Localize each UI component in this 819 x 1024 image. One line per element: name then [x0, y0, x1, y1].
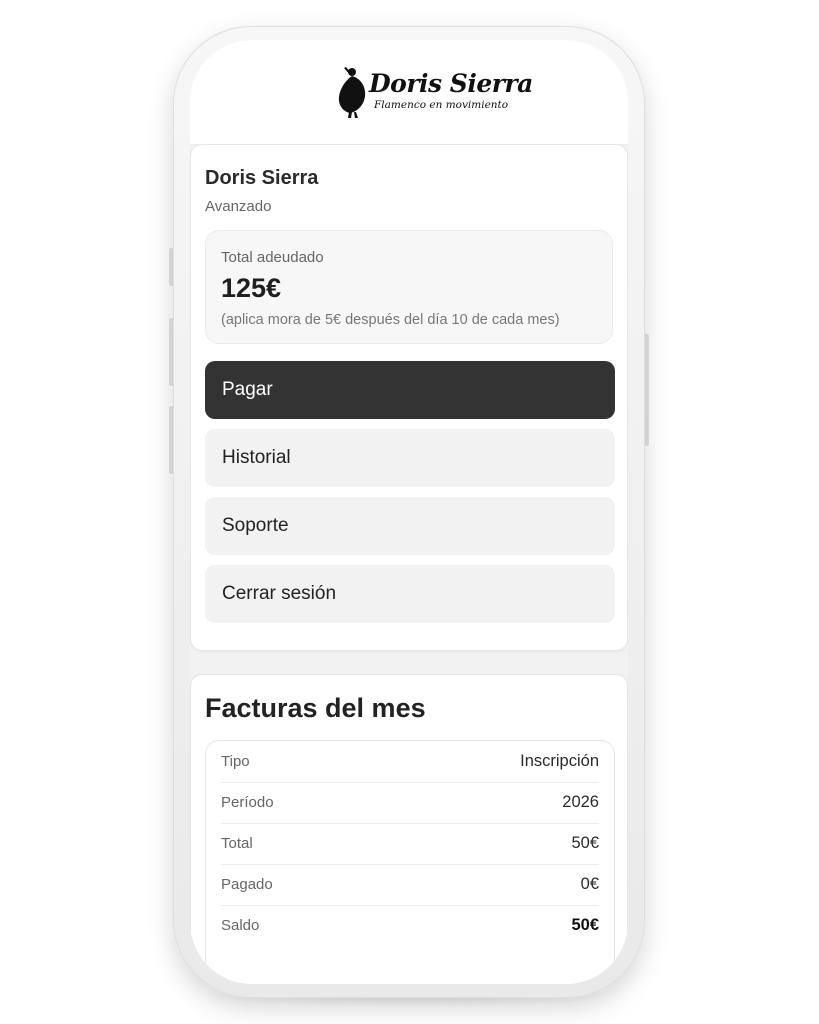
account-card: Doris Sierra Avanzado Total adeudado 125… [190, 144, 628, 651]
table-row: Tipo Inscripción [221, 741, 599, 783]
logout-button[interactable]: Cerrar sesión [205, 565, 615, 623]
invoices-title: Facturas del mes [205, 693, 426, 723]
invoice-table: Tipo Inscripción Período 2026 Total 50€ … [205, 740, 615, 984]
phone-screen: Doris Sierra Flamenco en movimiento Dori… [190, 40, 628, 984]
app-header: Doris Sierra Flamenco en movimiento [190, 40, 628, 145]
invoice-balance-label: Saldo [221, 917, 260, 934]
table-row: Pagado 0€ [221, 864, 599, 906]
pay-button[interactable]: Pagar [205, 361, 615, 419]
debt-amount: 125€ [221, 273, 282, 303]
student-name: Doris Sierra [205, 167, 319, 189]
invoice-total-value: 50€ [571, 834, 599, 852]
student-level: Avanzado [205, 198, 272, 215]
brand-logo[interactable]: Doris Sierra Flamenco en movimiento [336, 62, 533, 120]
debt-summary: Total adeudado 125€ (aplica mora de 5€ d… [205, 230, 613, 344]
invoice-paid-value: 0€ [580, 875, 599, 893]
support-button[interactable]: Soporte [205, 497, 615, 555]
invoice-total-label: Total [221, 835, 253, 852]
table-row: Período 2026 [221, 782, 599, 824]
table-row: Saldo 50€ [221, 905, 599, 946]
flamenco-dancer-icon [338, 67, 366, 118]
brand-name: Doris Sierra [369, 69, 533, 98]
invoice-period-value: 2026 [562, 793, 599, 811]
invoices-card: Facturas del mes Tipo Inscripción Períod… [190, 674, 628, 984]
brand-tagline: Flamenco en movimiento [374, 99, 509, 111]
table-row: Total 50€ [221, 823, 599, 865]
invoice-period-label: Período [221, 794, 274, 811]
invoice-paid-label: Pagado [221, 876, 273, 893]
invoice-balance-value: 50€ [571, 916, 599, 934]
late-fee-note: (aplica mora de 5€ después del día 10 de… [221, 312, 560, 328]
debt-label: Total adeudado [221, 249, 324, 266]
history-button[interactable]: Historial [205, 429, 615, 487]
invoice-type-value: Inscripción [520, 752, 599, 770]
invoice-type-label: Tipo [221, 753, 250, 770]
